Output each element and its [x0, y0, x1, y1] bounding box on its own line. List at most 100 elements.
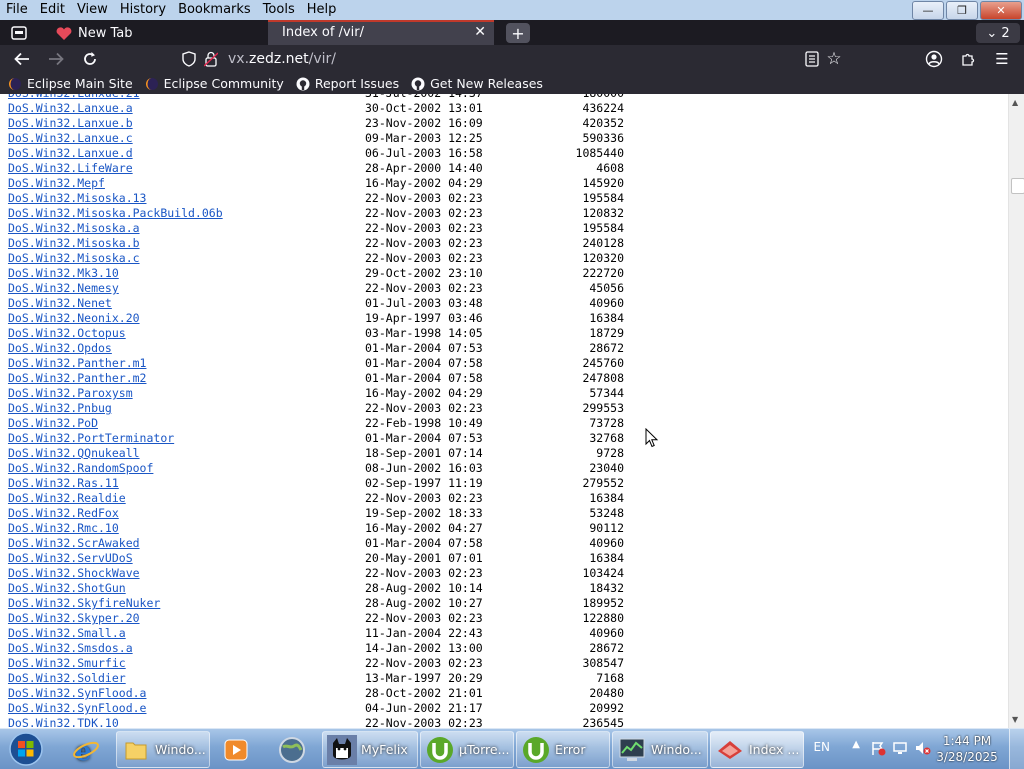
file-link[interactable]: DoS.Win32.SynFlood.a — [8, 686, 146, 701]
file-link[interactable]: DoS.Win32.Panther.m1 — [8, 356, 146, 371]
taskbar-pin-globe[interactable] — [268, 731, 316, 768]
file-link[interactable]: DoS.Win32.Misoska.a — [8, 221, 140, 236]
file-link[interactable]: DoS.Win32.Smsdos.a — [8, 641, 133, 656]
file-link[interactable]: DoS.Win32.Lanxue.b — [8, 116, 133, 131]
back-button[interactable] — [11, 49, 33, 69]
file-link[interactable]: DoS.Win32.QQnukeall — [8, 446, 140, 461]
start-button[interactable] — [4, 730, 48, 768]
file-link[interactable]: DoS.Win32.Panther.m2 — [8, 371, 146, 386]
file-link[interactable]: DoS.Win32.Octopus — [8, 326, 126, 341]
file-link[interactable]: DoS.Win32.ShotGun — [8, 581, 126, 596]
account-button[interactable] — [923, 49, 945, 69]
taskbar-myfelix[interactable]: MyFelix — [322, 731, 418, 768]
taskbar-pin-internet-explorer[interactable]: e — [62, 731, 110, 768]
reader-view-button[interactable] — [801, 49, 823, 69]
github-icon — [411, 77, 425, 91]
show-hidden-icons-arrow-icon[interactable]: ▲ — [852, 739, 860, 750]
taskbar-windows-explorer-1[interactable]: Windo... — [116, 731, 210, 768]
scroll-up-arrow-icon[interactable]: ▲ — [1012, 98, 1018, 107]
file-link[interactable]: DoS.Win32.Lanxue.a — [8, 101, 133, 116]
file-link[interactable]: DoS.Win32.PoD — [8, 416, 98, 431]
file-link[interactable]: DoS.Win32.Mk3.10 — [8, 266, 119, 281]
file-link[interactable]: DoS.Win32.Neonix.20 — [8, 311, 140, 326]
menu-help[interactable]: Help — [301, 0, 343, 20]
bookmark-star-button[interactable]: ☆ — [823, 49, 845, 69]
file-link[interactable]: DoS.Win32.RedFox — [8, 506, 119, 521]
file-link[interactable]: DoS.Win32.Smurfic — [8, 656, 126, 671]
file-link[interactable]: DoS.Win32.Small.a — [8, 626, 126, 641]
tab-index-of-vir[interactable]: Index of /vir/ ✕ — [268, 20, 494, 45]
scrollbar-thumb[interactable] — [1011, 178, 1024, 194]
taskbar-windows-explorer-2[interactable]: Windo... — [612, 731, 708, 768]
file-link[interactable]: DoS.Win32.Mepf — [8, 176, 105, 191]
vertical-scrollbar[interactable]: ▲ ▼ — [1008, 94, 1024, 728]
language-indicator[interactable]: EN — [813, 740, 830, 754]
bookmark-report-issues[interactable]: Report Issues — [296, 76, 399, 91]
minimize-button[interactable]: — — [912, 1, 944, 20]
taskbar-utorrent[interactable]: µTorre... — [420, 731, 514, 768]
file-link[interactable]: DoS.Win32.ServUDoS — [8, 551, 133, 566]
menu-tools[interactable]: Tools — [257, 0, 301, 20]
action-center-flag-icon[interactable] — [870, 740, 886, 759]
menu-edit[interactable]: Edit — [34, 0, 71, 20]
file-link[interactable]: DoS.Win32.Misoska.b — [8, 236, 140, 251]
lock-insecure-icon[interactable] — [204, 51, 218, 67]
extensions-button[interactable] — [957, 49, 979, 69]
file-link[interactable]: DoS.Win32.Misoska.13 — [8, 191, 146, 206]
file-link[interactable]: DoS.Win32.PortTerminator — [8, 431, 174, 446]
file-link[interactable]: DoS.Win32.Nenet — [8, 296, 112, 311]
file-link[interactable]: DoS.Win32.Soldier — [8, 671, 126, 686]
tab-label: New Tab — [78, 26, 133, 41]
file-link[interactable]: DoS.Win32.Rmc.10 — [8, 521, 119, 536]
bookmark-get-new-releases[interactable]: Get New Releases — [411, 76, 543, 91]
scroll-down-arrow-icon[interactable]: ▼ — [1012, 715, 1018, 724]
firefox-view-button[interactable] — [8, 23, 30, 43]
volume-muted-icon[interactable] — [914, 740, 932, 759]
file-link[interactable]: DoS.Win32.ScrAwaked — [8, 536, 140, 551]
file-link[interactable]: DoS.Win32.Ras.11 — [8, 476, 119, 491]
restore-button[interactable]: ❐ — [946, 1, 978, 20]
file-link[interactable]: DoS.Win32.Skyper.20 — [8, 611, 140, 626]
file-link[interactable]: DoS.Win32.LifeWare — [8, 161, 133, 176]
tab-close-icon[interactable]: ✕ — [474, 24, 486, 40]
file-link[interactable]: DoS.Win32.Paroxysm — [8, 386, 133, 401]
menu-bookmarks[interactable]: Bookmarks — [172, 0, 257, 20]
close-button[interactable]: ✕ — [980, 1, 1022, 20]
file-link[interactable]: DoS.Win32.Lanxue.21 — [8, 94, 140, 101]
show-desktop-button[interactable] — [1009, 729, 1024, 769]
network-icon[interactable] — [892, 740, 908, 759]
bookmark-eclipse-main-site[interactable]: Eclipse Main Site — [8, 76, 133, 91]
forward-button[interactable] — [45, 49, 67, 69]
file-size: 245760 — [582, 356, 624, 370]
list-all-tabs-button[interactable]: ⌄ 2 — [976, 23, 1020, 43]
file-link[interactable]: DoS.Win32.Opdos — [8, 341, 112, 356]
file-link[interactable]: DoS.Win32.Nemesy — [8, 281, 119, 296]
file-link[interactable]: DoS.Win32.Misoska.c — [8, 251, 140, 266]
tab-new-tab[interactable]: New Tab — [48, 22, 266, 45]
file-link[interactable]: DoS.Win32.Lanxue.d — [8, 146, 133, 161]
file-link[interactable]: DoS.Win32.Lanxue.c — [8, 131, 133, 146]
app-menu-button[interactable]: ☰ — [991, 49, 1013, 69]
url-bar[interactable]: vx. zedz.net/vir/ — [178, 47, 850, 71]
menu-file[interactable]: File — [0, 0, 34, 20]
reload-button[interactable] — [79, 49, 101, 69]
file-link[interactable]: DoS.Win32.ShockWave — [8, 566, 140, 581]
file-link[interactable]: DoS.Win32.Pnbug — [8, 401, 112, 416]
shield-icon[interactable] — [182, 51, 196, 67]
taskbar-browser-index[interactable]: Index ... — [710, 731, 804, 768]
file-link[interactable]: DoS.Win32.SynFlood.e — [8, 701, 146, 716]
clock[interactable]: 1:44 PM 3/28/2025 — [932, 733, 1002, 765]
menu-view[interactable]: View — [71, 0, 114, 20]
file-link[interactable]: DoS.Win32.Realdie — [8, 491, 126, 506]
file-link[interactable]: DoS.Win32.TDK.10 — [8, 716, 119, 728]
file-link[interactable]: DoS.Win32.Misoska.PackBuild.06b — [8, 206, 223, 221]
taskbar-pin-media-player[interactable] — [212, 731, 260, 768]
file-link[interactable]: DoS.Win32.RandomSpoof — [8, 461, 153, 476]
file-size: 28672 — [589, 341, 624, 355]
bookmark-eclipse-community[interactable]: Eclipse Community — [145, 76, 284, 91]
new-tab-button[interactable]: + — [506, 23, 530, 43]
file-link[interactable]: DoS.Win32.SkyfireNuker — [8, 596, 160, 611]
file-size: 590336 — [582, 131, 624, 145]
taskbar-utorrent-error[interactable]: Error — [516, 731, 610, 768]
menu-history[interactable]: History — [114, 0, 172, 20]
